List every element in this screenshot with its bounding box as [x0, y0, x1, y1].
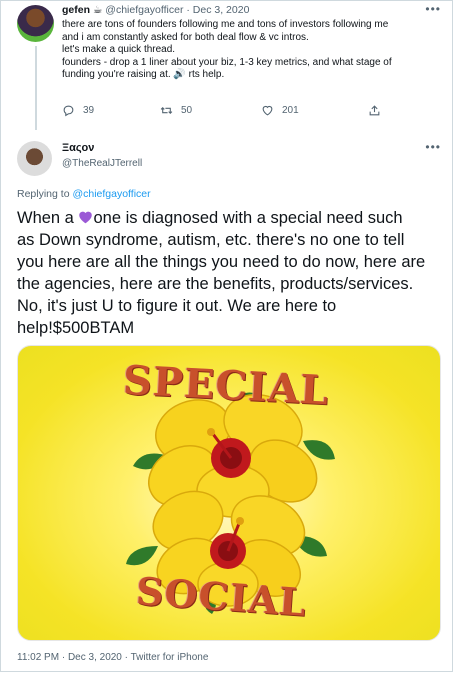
parent-text-line: there are tons of founders following me …: [62, 19, 389, 30]
parent-text-line: founders - drop a 1 liner about your biz…: [62, 56, 392, 68]
parent-avatar[interactable]: [17, 5, 54, 42]
main-text-line: the agencies, here are the benefits, pro…: [17, 275, 414, 293]
main-text-line: No, it's just U to figure it out. We are…: [17, 297, 337, 315]
parent-tweet-text: there are tons of founders following me …: [62, 19, 442, 82]
main-tweet-text: When a one is diagnosed with a special n…: [17, 207, 442, 339]
replying-to-line: Replying to @chiefgayofficer: [17, 188, 151, 200]
retweet-icon: [160, 107, 173, 114]
parent-text-line: and i am constantly asked for both deal …: [62, 31, 309, 43]
parent-tweet[interactable]: gefen ☕ @chiefgayofficer · Dec 3, 2020 •…: [0, 0, 455, 135]
main-text-line-0: one is diagnosed with a special need suc…: [93, 209, 403, 227]
main-more-icon[interactable]: •••: [425, 140, 441, 154]
parent-author-handle[interactable]: @chiefgayofficer: [105, 4, 183, 16]
purple-heart-icon: [79, 211, 93, 224]
heart-icon: [262, 105, 273, 116]
like-button[interactable]: 201: [261, 104, 299, 117]
parent-header: gefen ☕ @chiefgayofficer · Dec 3, 2020: [62, 4, 249, 16]
parent-author-name[interactable]: gefen: [62, 4, 90, 16]
main-text-line: help!$500BTAM: [17, 319, 135, 337]
parent-date[interactable]: Dec 3, 2020: [193, 4, 250, 16]
main-avatar[interactable]: [17, 141, 52, 176]
share-button[interactable]: [368, 104, 381, 117]
reply-icon: [63, 105, 74, 117]
tweet-timestamp[interactable]: 11:02 PM · Dec 3, 2020 · Twitter for iPh…: [17, 652, 208, 663]
reply-button[interactable]: 39: [62, 104, 94, 117]
replying-prefix: Replying to: [17, 188, 70, 200]
like-count: 201: [282, 105, 299, 116]
parent-text-line: let's make a quick thread.: [62, 44, 176, 55]
reply-count: 39: [83, 105, 95, 116]
tweet-image[interactable]: SPECIAL SOCIAL: [17, 345, 441, 641]
thread-line: [35, 46, 37, 130]
retweet-count: 50: [181, 105, 193, 116]
parent-more-icon[interactable]: •••: [425, 2, 441, 16]
main-author-handle[interactable]: @TheRealJTerrell: [62, 158, 142, 169]
share-icon: [369, 105, 380, 116]
retweet-button[interactable]: 50: [160, 104, 192, 117]
main-text-line: When a one is diagnosed with a special n…: [17, 207, 442, 229]
main-author-name[interactable]: Ξαςον: [62, 142, 94, 154]
parent-action-bar: 39 50 201: [62, 104, 402, 120]
coffee-emoji: ☕: [92, 4, 103, 16]
main-text-prefix: When a: [17, 209, 74, 227]
main-text-line: as Down syndrome, autism, etc. there's n…: [17, 231, 405, 249]
replying-to-handle[interactable]: @chiefgayofficer: [72, 188, 150, 200]
parent-text-line: funding you're raising at. 🔊 rts help.: [62, 69, 225, 80]
main-text-line: you here are all the things you need to …: [17, 253, 426, 271]
